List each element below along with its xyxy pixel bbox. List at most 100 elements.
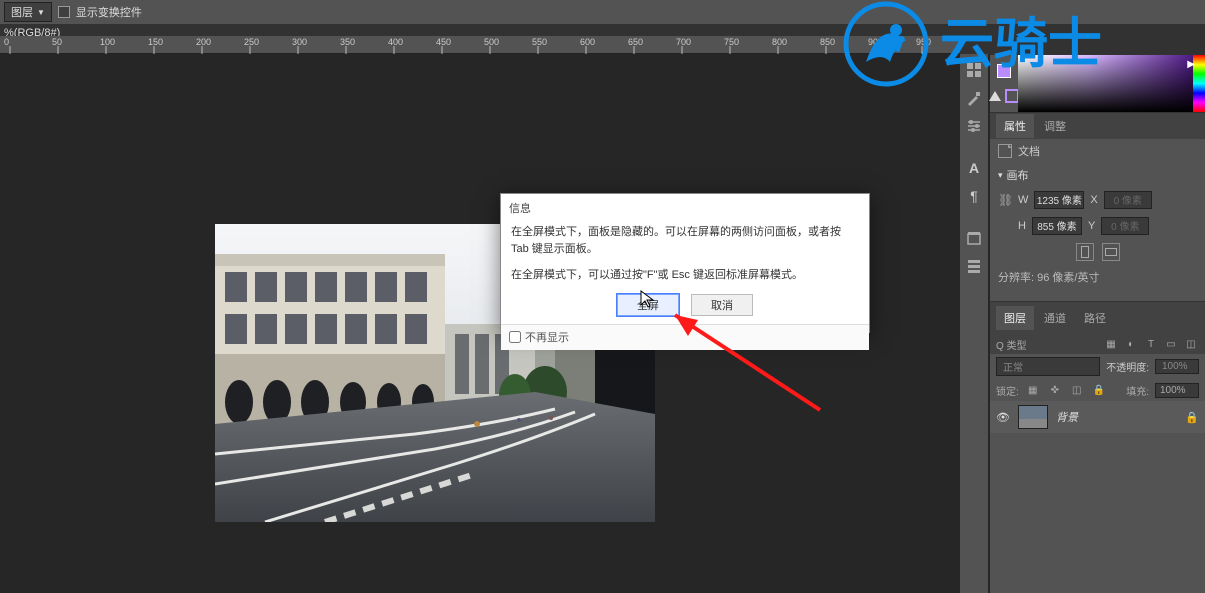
- layer-background[interactable]: 👁 背景 🔒: [990, 401, 1205, 433]
- chevron-down-icon: ▾: [998, 170, 1003, 181]
- landscape-button[interactable]: [1102, 243, 1120, 261]
- lock-icon: 🔒: [1185, 411, 1199, 424]
- transform-checkbox[interactable]: [58, 6, 70, 18]
- layer-dropdown[interactable]: 图层 ▼: [4, 2, 52, 22]
- portrait-button[interactable]: [1076, 243, 1094, 261]
- layers-tabs: 图层 通道 路径: [990, 302, 1205, 334]
- y-label: Y: [1088, 220, 1095, 232]
- color-panel: ▶: [990, 54, 1205, 112]
- layer-thumbnail: [1018, 405, 1048, 429]
- layer-name: 背景: [1056, 409, 1078, 425]
- link-icon[interactable]: ⛓: [998, 193, 1012, 207]
- x-label: X: [1090, 194, 1097, 206]
- svg-text:150: 150: [148, 37, 163, 47]
- properties-tabs: 属性 调整: [990, 113, 1205, 139]
- visibility-icon[interactable]: 👁: [996, 411, 1010, 424]
- properties-panel: 属性 调整 文档 ▾ 画布 ⛓ W 1235 像素 X 0 像素 H 855 像…: [990, 112, 1205, 295]
- lock-pixel-icon[interactable]: ▦: [1025, 382, 1041, 398]
- color-swatches: [990, 55, 1018, 112]
- blend-mode-select[interactable]: 正常: [996, 357, 1100, 376]
- svg-text:500: 500: [484, 37, 499, 47]
- svg-text:50: 50: [52, 37, 62, 47]
- lock-all-icon[interactable]: 🔒: [1091, 382, 1107, 398]
- swatches-icon[interactable]: [962, 58, 986, 82]
- height-field[interactable]: 855 像素: [1032, 217, 1082, 235]
- dialog-message-1: 在全屏模式下，面板是隐藏的。可以在屏幕的两侧访问面板，或者按 Tab 键显示面板…: [501, 222, 869, 259]
- tab-paths[interactable]: 路径: [1076, 306, 1114, 330]
- layers-comp-icon[interactable]: [962, 254, 986, 278]
- resolution-text: 分辨率: 96 像素/英寸: [990, 265, 1205, 295]
- width-field[interactable]: 1235 像素: [1034, 191, 1084, 209]
- svg-text:650: 650: [628, 37, 643, 47]
- svg-text:750: 750: [724, 37, 739, 47]
- document-row: 文档: [990, 139, 1205, 163]
- svg-text:950: 950: [916, 37, 931, 47]
- canvas-section[interactable]: ▾ 画布: [990, 163, 1205, 187]
- options-bar: 图层 ▼ 显示变换控件: [0, 0, 1205, 24]
- right-panels: ▶ 属性 调整 文档 ▾ 画布 ⛓ W 1235 像素 X 0 像素 H 855…: [990, 54, 1205, 593]
- svg-text:850: 850: [820, 37, 835, 47]
- tool-strip: A ¶: [960, 54, 988, 593]
- brush-settings-icon[interactable]: [962, 86, 986, 110]
- lock-label: 锁定:: [996, 383, 1019, 398]
- svg-text:200: 200: [196, 37, 211, 47]
- document-icon: [998, 144, 1012, 158]
- tab-adjust[interactable]: 调整: [1036, 114, 1074, 138]
- lock-position-icon[interactable]: ✜: [1047, 382, 1063, 398]
- layer-filter-row: Q 类型 ▦ ◐ T ▭ ◫: [990, 334, 1205, 354]
- dropdown-label: 图层: [11, 4, 33, 20]
- svg-text:450: 450: [436, 37, 451, 47]
- dialog-buttons: 全屏 取消: [501, 286, 869, 324]
- cancel-button[interactable]: 取消: [691, 294, 753, 316]
- opacity-label: 不透明度:: [1106, 359, 1149, 374]
- svg-text:900: 900: [868, 37, 883, 47]
- x-field: 0 像素: [1104, 191, 1152, 209]
- svg-text:400: 400: [388, 37, 403, 47]
- color-field[interactable]: ▶: [1018, 55, 1193, 112]
- filter-adjust-icon[interactable]: ◐: [1123, 336, 1139, 352]
- adjust-icon[interactable]: [962, 114, 986, 138]
- dialog-title: 信息: [501, 194, 869, 222]
- dialog-footer: 不再显示: [501, 324, 869, 350]
- height-row: H 855 像素 Y 0 像素: [990, 213, 1205, 239]
- layer-type-label[interactable]: Q 类型: [996, 337, 1027, 352]
- w-label: W: [1018, 194, 1028, 206]
- tab-channels[interactable]: 通道: [1036, 306, 1074, 330]
- svg-text:700: 700: [676, 37, 691, 47]
- svg-text:800: 800: [772, 37, 787, 47]
- layers-panel: 图层 通道 路径 Q 类型 ▦ ◐ T ▭ ◫ 正常 不透明度: 100% 锁定…: [990, 301, 1205, 433]
- svg-text:350: 350: [340, 37, 355, 47]
- filter-shape-icon[interactable]: ▭: [1163, 336, 1179, 352]
- dialog-message-2: 在全屏模式下，可以通过按"F"或 Esc 键返回标准屏幕模式。: [501, 265, 869, 286]
- color-arrow-icon: ▶: [1187, 59, 1195, 70]
- transform-checkbox-label: 显示变换控件: [76, 4, 142, 20]
- info-dialog: 信息 在全屏模式下，面板是隐藏的。可以在屏幕的两侧访问面板，或者按 Tab 键显…: [500, 193, 870, 333]
- svg-text:300: 300: [292, 37, 307, 47]
- h-label: H: [1018, 220, 1026, 232]
- opacity-field[interactable]: 100%: [1155, 359, 1199, 374]
- tab-properties[interactable]: 属性: [996, 114, 1034, 138]
- document-label: 文档: [1018, 143, 1040, 159]
- canvas-label: 画布: [1007, 167, 1029, 183]
- dont-show-label: 不再显示: [525, 329, 569, 345]
- lock-artboard-icon[interactable]: ◫: [1069, 382, 1085, 398]
- tab-layers[interactable]: 图层: [996, 306, 1034, 330]
- foreground-swatch[interactable]: [997, 64, 1011, 78]
- fill-label: 填充:: [1126, 383, 1149, 398]
- ok-button[interactable]: 全屏: [617, 294, 679, 316]
- filter-pixel-icon[interactable]: ▦: [1103, 336, 1119, 352]
- filter-text-icon[interactable]: T: [1143, 336, 1159, 352]
- svg-text:100: 100: [100, 37, 115, 47]
- fill-field[interactable]: 100%: [1155, 383, 1199, 398]
- text-tool-icon[interactable]: A: [962, 156, 986, 180]
- filter-smart-icon[interactable]: ◫: [1183, 336, 1199, 352]
- stroke-swatch[interactable]: [1005, 89, 1019, 103]
- paragraph-icon[interactable]: ¶: [962, 184, 986, 208]
- svg-text:550: 550: [532, 37, 547, 47]
- y-field: 0 像素: [1101, 217, 1149, 235]
- library-icon[interactable]: [962, 226, 986, 250]
- lock-row: 锁定: ▦ ✜ ◫ 🔒 填充: 100%: [990, 379, 1205, 401]
- svg-text:600: 600: [580, 37, 595, 47]
- dont-show-checkbox[interactable]: [509, 331, 521, 343]
- width-row: ⛓ W 1235 像素 X 0 像素: [990, 187, 1205, 213]
